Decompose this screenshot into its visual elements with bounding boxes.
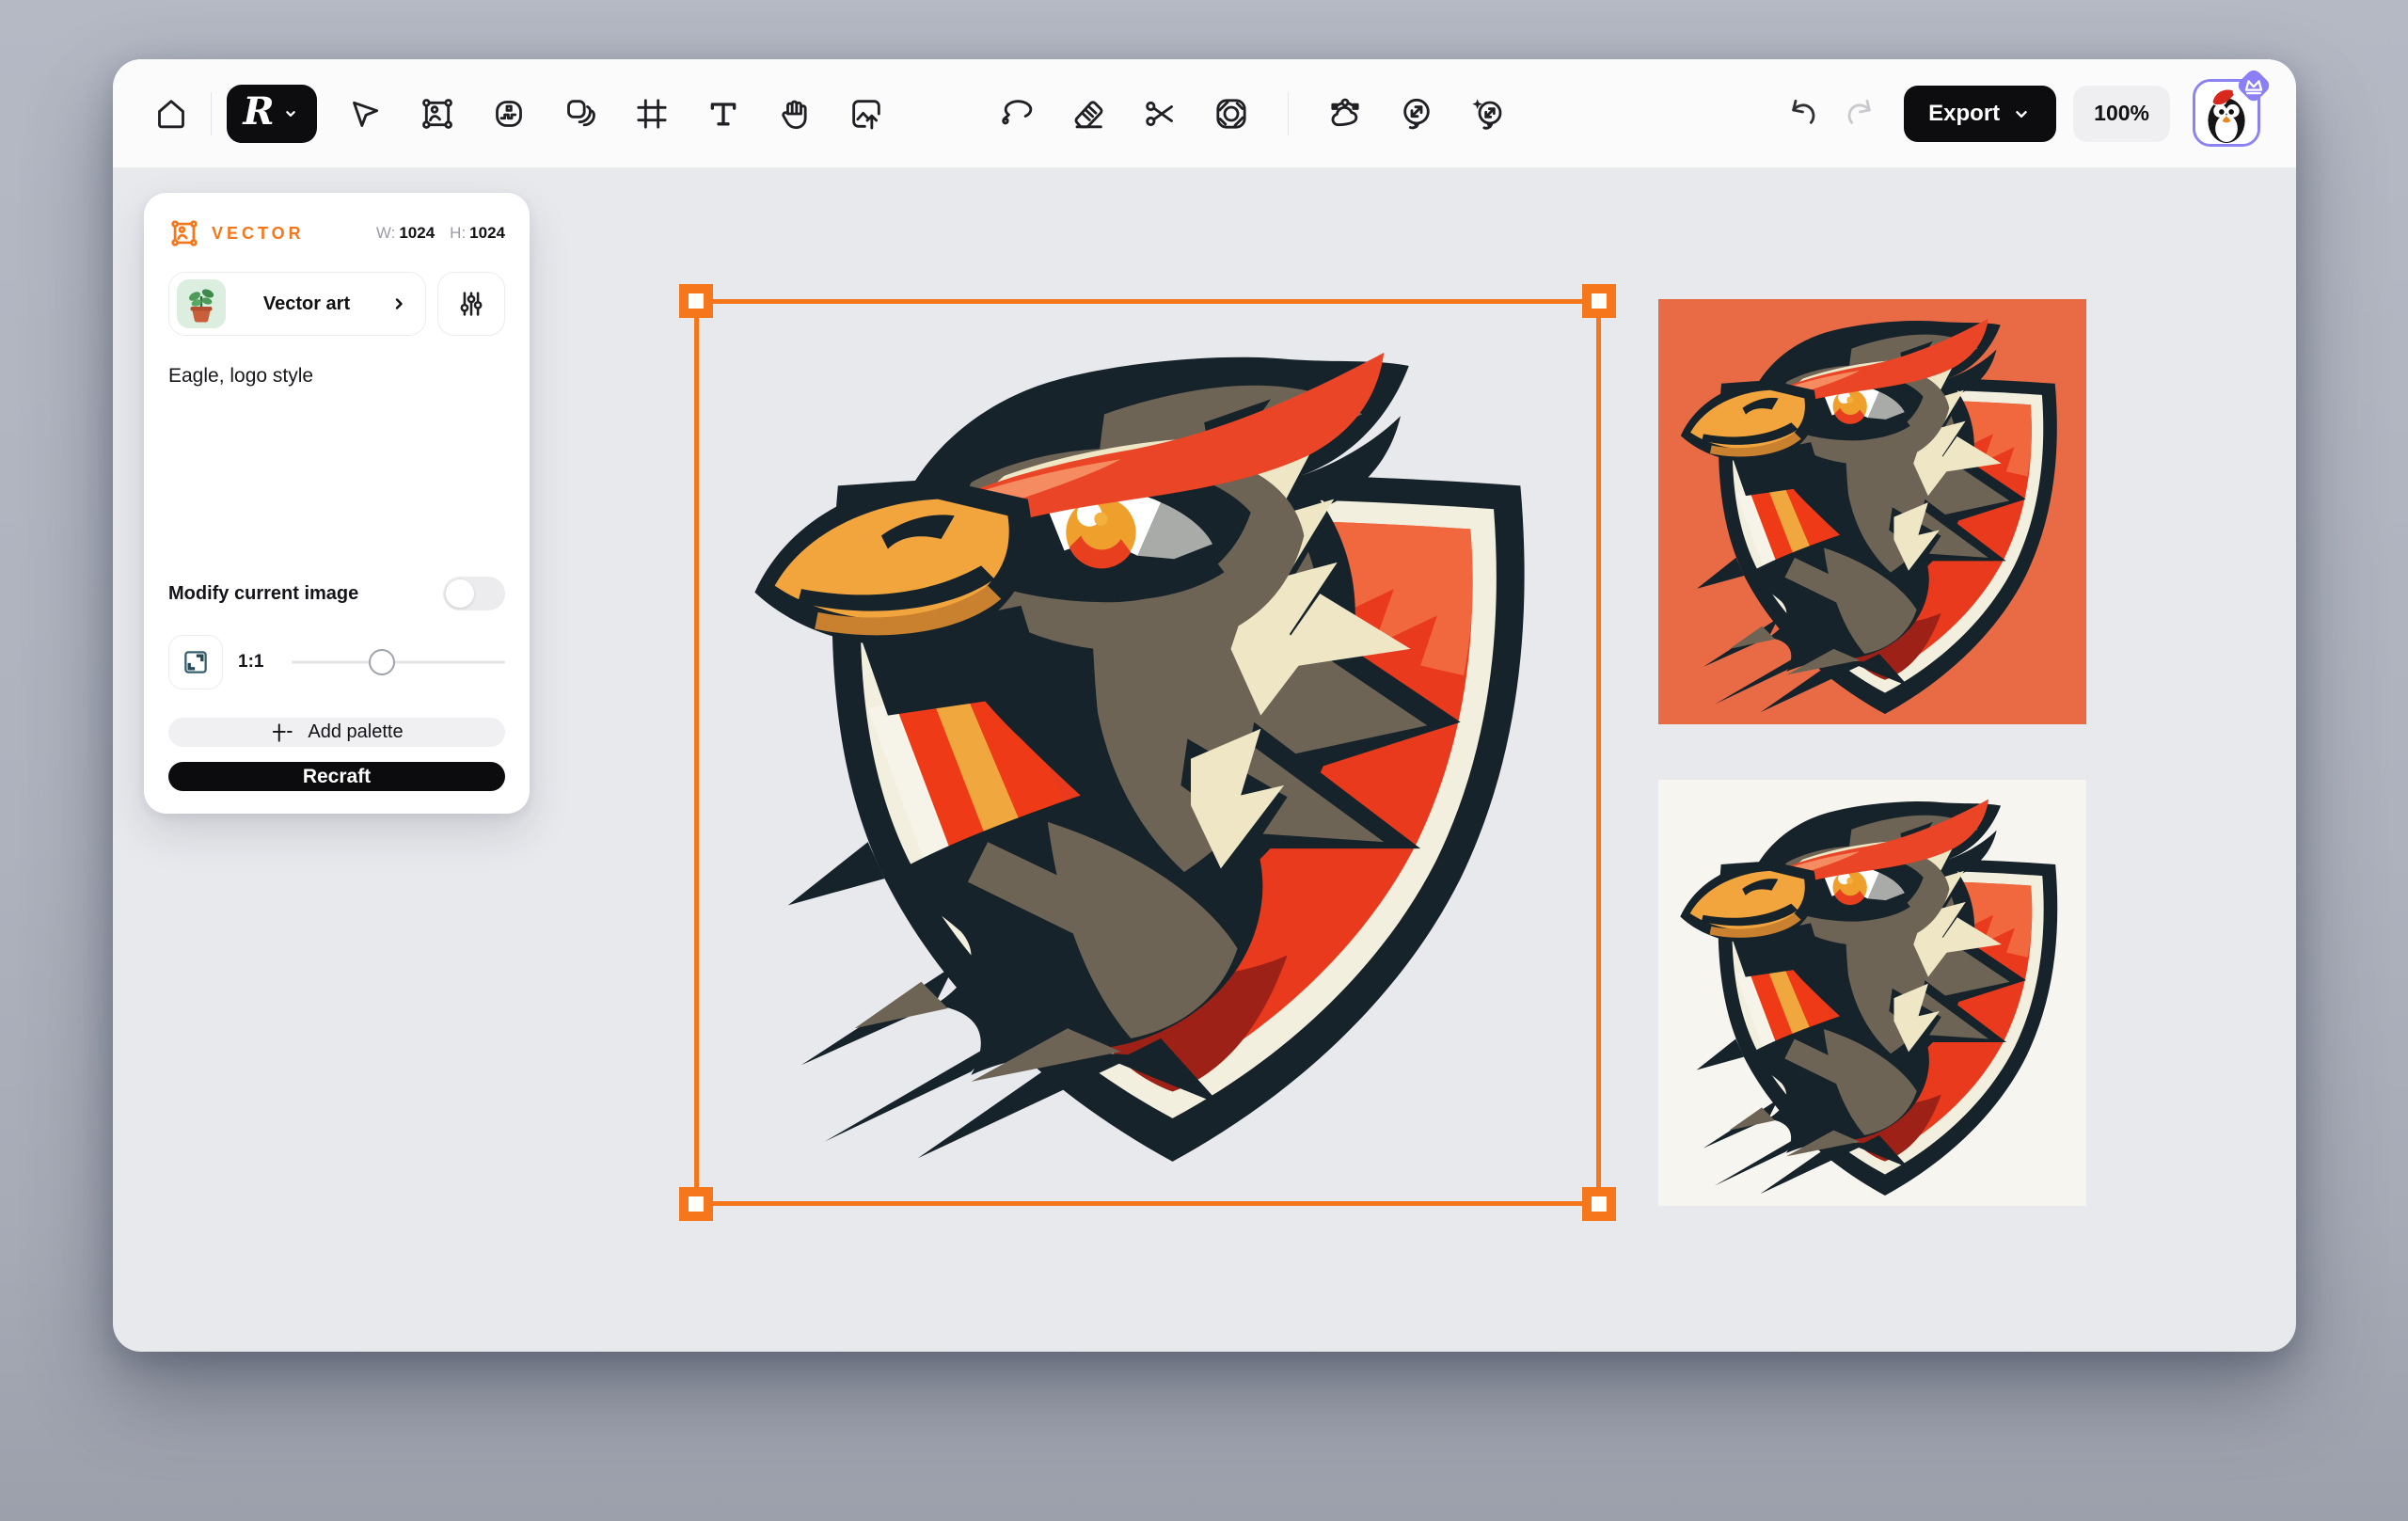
recraft-generate-button[interactable]: Recraft [168,762,505,791]
upscale-tool-button[interactable] [1392,89,1441,138]
export-button[interactable]: Export [1904,86,2056,142]
sliders-icon [455,288,487,320]
vectorize-icon [1326,95,1364,133]
style-settings-button[interactable] [437,272,505,336]
history-controls [1778,89,1885,138]
home-button[interactable] [147,89,196,138]
style-selector[interactable]: Vector art [168,272,426,336]
add-palette-label: Add palette [308,721,403,743]
toolbar: R [113,59,2296,168]
zoom-level-button[interactable]: 100% [2073,86,2170,142]
zoom-level-value: 100% [2094,101,2149,126]
eagle-logo-variant [1663,784,2083,1202]
variant-thumbnail-orange[interactable] [1658,299,2086,724]
app-window: R [113,59,2296,1352]
add-palette-button[interactable]: Add palette [168,718,505,747]
chevron-down-icon [280,103,301,124]
recraft-logo-icon: R [243,93,274,131]
width-value: 1024 [399,224,435,242]
upscale-icon [1398,95,1435,133]
style-thumbnail-plant [177,279,226,328]
tool-group-edit [992,89,1513,138]
eraser-tool-button[interactable] [1064,89,1113,138]
selection-handle-bottom-left[interactable] [679,1187,713,1221]
prompt-text: Eagle, logo style [168,365,313,387]
duplicate-tool-button[interactable] [556,89,605,138]
selected-artwork[interactable] [694,299,1601,1206]
undo-button[interactable] [1778,89,1827,138]
lasso-tool-button[interactable] [992,89,1041,138]
modify-row: Modify current image [168,577,505,610]
slider-knob[interactable] [369,649,395,675]
text-tool-button[interactable] [699,89,748,138]
size-info: W:1024 H:1024 [376,224,505,243]
cutout-tool-button[interactable] [1135,89,1184,138]
image-frame-icon [419,95,456,133]
user-avatar[interactable] [2193,79,2262,149]
pattern-icon [1212,95,1250,133]
width-label: W: [376,224,395,242]
generation-panel: VECTOR W:1024 H:1024 [144,193,530,814]
style-row: Vector art [168,272,505,336]
modify-toggle[interactable] [443,577,505,610]
toggle-knob [446,579,474,608]
modify-label: Modify current image [168,583,358,605]
eagle-logo-artwork [721,323,1574,1175]
creative-upscale-tool-button[interactable] [1464,89,1513,138]
image-frame-tool-button[interactable] [413,89,462,138]
panel-header: VECTOR W:1024 H:1024 [168,217,505,249]
frame-crop-tool-button[interactable] [627,89,676,138]
creative-upscale-icon [1469,95,1507,133]
aspect-ratio-slider[interactable] [292,648,505,676]
recraft-logo-button[interactable]: R [227,85,317,143]
upload-image-icon [848,95,885,133]
scissors-icon [1141,95,1179,133]
aspect-ratio-row: 1:1 [168,635,505,689]
chevron-right-icon [388,293,410,315]
selection-handle-top-right[interactable] [1582,284,1616,318]
mockup-tool-button[interactable] [484,89,533,138]
tool-group-main [341,89,891,138]
frame-crop-icon [633,95,671,133]
upload-image-tool-button[interactable] [842,89,891,138]
pattern-tool-button[interactable] [1207,89,1256,138]
vector-mode-icon [168,217,200,249]
recraft-label: Recraft [303,766,371,787]
height-label: H: [450,224,466,242]
slider-track [292,661,505,664]
toolbar-divider [1288,92,1289,135]
cursor-icon [347,95,385,133]
eraser-icon [1069,95,1107,133]
mockup-icon [490,95,528,133]
redo-icon [1842,95,1879,133]
toolbar-divider [211,92,212,135]
chevron-down-icon [2011,103,2032,124]
aspect-ratio-button[interactable] [168,635,223,689]
aspect-ratio-icon [180,646,212,678]
premium-crown-badge-icon [2232,64,2275,107]
text-icon [705,95,742,133]
hand-tool-button[interactable] [770,89,819,138]
lasso-icon [998,95,1036,133]
undo-icon [1783,95,1821,133]
aspect-ratio-value: 1:1 [238,652,263,673]
home-icon [152,95,190,133]
style-selector-label: Vector art [226,293,388,315]
eagle-logo-variant [1663,304,2083,721]
select-tool-button[interactable] [341,89,390,138]
height-value: 1024 [469,224,505,242]
duplicate-layers-icon [562,95,599,133]
selection-handle-bottom-right[interactable] [1582,1187,1616,1221]
redo-button[interactable] [1836,89,1885,138]
hand-icon [776,95,814,133]
export-label: Export [1928,101,2000,127]
add-plus-icon [270,721,294,745]
vectorize-tool-button[interactable] [1321,89,1370,138]
variant-thumbnail-cream[interactable] [1658,780,2086,1206]
selection-handle-top-left[interactable] [679,284,713,318]
prompt-input[interactable]: Eagle, logo style [168,362,505,569]
mode-label: VECTOR [212,224,305,244]
